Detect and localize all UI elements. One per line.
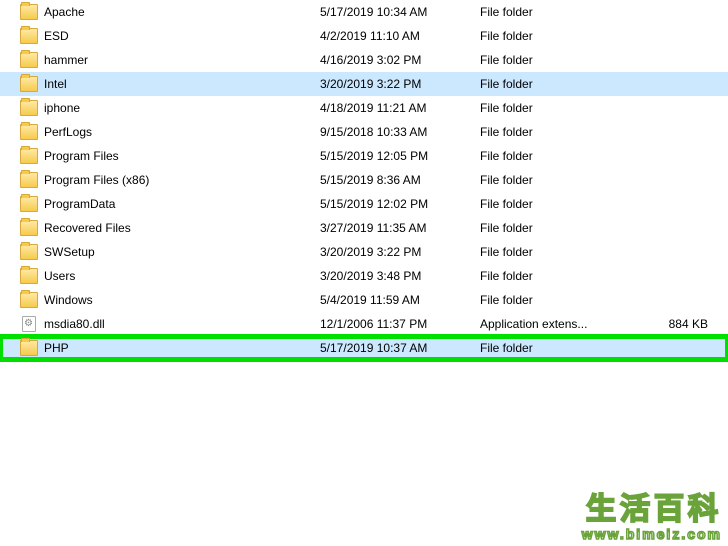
file-row[interactable]: SWSetup 3/20/2019 3:22 PMFile folder bbox=[0, 240, 728, 264]
file-row[interactable]: Recovered Files 3/27/2019 11:35 AMFile fo… bbox=[0, 216, 728, 240]
cell-name: Intel bbox=[0, 76, 320, 92]
cell-date: 4/18/2019 11:21 AM bbox=[320, 101, 480, 115]
file-name-label: iphone bbox=[44, 101, 80, 115]
cell-name: SWSetup bbox=[0, 244, 320, 260]
folder-icon bbox=[20, 220, 38, 236]
file-list: Apache5/17/2019 10:34 AMFile folderESD4/… bbox=[0, 0, 728, 360]
file-row[interactable]: PHP 5/17/2019 10:37 AMFile folder bbox=[0, 336, 728, 360]
file-name-label: ESD bbox=[44, 29, 69, 43]
file-row[interactable]: Windows 5/4/2019 11:59 AMFile folder bbox=[0, 288, 728, 312]
file-row[interactable]: Apache 5/17/2019 10:34 AMFile folder bbox=[0, 0, 728, 24]
cell-type: File folder bbox=[480, 101, 650, 115]
cell-name: PerfLogs bbox=[0, 124, 320, 140]
dll-file-icon bbox=[22, 316, 36, 332]
cell-date: 12/1/2006 11:37 PM bbox=[320, 317, 480, 331]
cell-type: File folder bbox=[480, 173, 650, 187]
file-row[interactable]: Users 3/20/2019 3:48 PMFile folder bbox=[0, 264, 728, 288]
folder-icon bbox=[20, 100, 38, 116]
folder-icon bbox=[20, 148, 38, 164]
file-row[interactable]: ProgramData 5/15/2019 12:02 PMFile folder bbox=[0, 192, 728, 216]
cell-type: File folder bbox=[480, 149, 650, 163]
cell-name: PHP bbox=[0, 340, 320, 356]
cell-type: File folder bbox=[480, 77, 650, 91]
cell-date: 3/20/2019 3:22 PM bbox=[320, 77, 480, 91]
folder-icon bbox=[20, 268, 38, 284]
cell-name: iphone bbox=[0, 100, 320, 116]
cell-type: File folder bbox=[480, 293, 650, 307]
folder-icon bbox=[20, 124, 38, 140]
cell-name: Program Files bbox=[0, 148, 320, 164]
folder-icon bbox=[20, 4, 38, 20]
file-name-label: Apache bbox=[44, 5, 85, 19]
cell-date: 5/4/2019 11:59 AM bbox=[320, 293, 480, 307]
file-row[interactable]: Intel 3/20/2019 3:22 PMFile folder bbox=[0, 72, 728, 96]
cell-name: Users bbox=[0, 268, 320, 284]
cell-type: File folder bbox=[480, 245, 650, 259]
cell-type: File folder bbox=[480, 341, 650, 355]
file-row[interactable]: ESD 4/2/2019 11:10 AMFile folder bbox=[0, 24, 728, 48]
cell-type: File folder bbox=[480, 197, 650, 211]
file-name-label: Program Files bbox=[44, 149, 119, 163]
watermark-url: www.bimeiz.com bbox=[582, 526, 722, 542]
cell-name: ProgramData bbox=[0, 196, 320, 212]
cell-type: Application extens... bbox=[480, 317, 650, 331]
cell-size: 884 KB bbox=[650, 317, 708, 331]
file-name-label: SWSetup bbox=[44, 245, 95, 259]
file-name-label: hammer bbox=[44, 53, 88, 67]
file-name-label: PerfLogs bbox=[44, 125, 92, 139]
cell-date: 5/15/2019 8:36 AM bbox=[320, 173, 480, 187]
watermark: 生活百科 www.bimeiz.com bbox=[582, 484, 722, 542]
file-row[interactable]: hammer 4/16/2019 3:02 PMFile folder bbox=[0, 48, 728, 72]
watermark-title: 生活百科 bbox=[582, 484, 722, 528]
cell-date: 5/17/2019 10:37 AM bbox=[320, 341, 480, 355]
cell-name: Apache bbox=[0, 4, 320, 20]
file-name-label: ProgramData bbox=[44, 197, 115, 211]
file-row[interactable]: Program Files 5/15/2019 12:05 PMFile fold… bbox=[0, 144, 728, 168]
cell-date: 5/15/2019 12:05 PM bbox=[320, 149, 480, 163]
cell-name: msdia80.dll bbox=[0, 316, 320, 332]
file-row[interactable]: Program Files (x86) 5/15/2019 8:36 AMFile… bbox=[0, 168, 728, 192]
file-name-label: Users bbox=[44, 269, 75, 283]
cell-date: 3/20/2019 3:22 PM bbox=[320, 245, 480, 259]
cell-date: 3/27/2019 11:35 AM bbox=[320, 221, 480, 235]
cell-name: Recovered Files bbox=[0, 220, 320, 236]
file-name-label: msdia80.dll bbox=[44, 317, 105, 331]
file-name-label: PHP bbox=[44, 341, 69, 355]
cell-name: ESD bbox=[0, 28, 320, 44]
folder-icon bbox=[20, 196, 38, 212]
cell-type: File folder bbox=[480, 29, 650, 43]
cell-type: File folder bbox=[480, 269, 650, 283]
cell-date: 5/15/2019 12:02 PM bbox=[320, 197, 480, 211]
cell-date: 4/16/2019 3:02 PM bbox=[320, 53, 480, 67]
folder-icon bbox=[20, 52, 38, 68]
file-name-label: Intel bbox=[44, 77, 67, 91]
folder-icon bbox=[20, 340, 38, 356]
cell-date: 9/15/2018 10:33 AM bbox=[320, 125, 480, 139]
folder-icon bbox=[20, 76, 38, 92]
cell-type: File folder bbox=[480, 125, 650, 139]
cell-type: File folder bbox=[480, 53, 650, 67]
cell-date: 5/17/2019 10:34 AM bbox=[320, 5, 480, 19]
cell-name: Program Files (x86) bbox=[0, 172, 320, 188]
folder-icon bbox=[20, 244, 38, 260]
file-name-label: Windows bbox=[44, 293, 93, 307]
cell-type: File folder bbox=[480, 221, 650, 235]
file-row[interactable]: PerfLogs 9/15/2018 10:33 AMFile folder bbox=[0, 120, 728, 144]
folder-icon bbox=[20, 292, 38, 308]
folder-icon bbox=[20, 172, 38, 188]
file-name-label: Recovered Files bbox=[44, 221, 131, 235]
cell-name: Windows bbox=[0, 292, 320, 308]
file-row[interactable]: msdia80.dll 12/1/2006 11:37 PMApplication… bbox=[0, 312, 728, 336]
cell-date: 4/2/2019 11:10 AM bbox=[320, 29, 480, 43]
cell-date: 3/20/2019 3:48 PM bbox=[320, 269, 480, 283]
folder-icon bbox=[20, 28, 38, 44]
file-name-label: Program Files (x86) bbox=[44, 173, 149, 187]
cell-name: hammer bbox=[0, 52, 320, 68]
cell-type: File folder bbox=[480, 5, 650, 19]
file-row[interactable]: iphone 4/18/2019 11:21 AMFile folder bbox=[0, 96, 728, 120]
